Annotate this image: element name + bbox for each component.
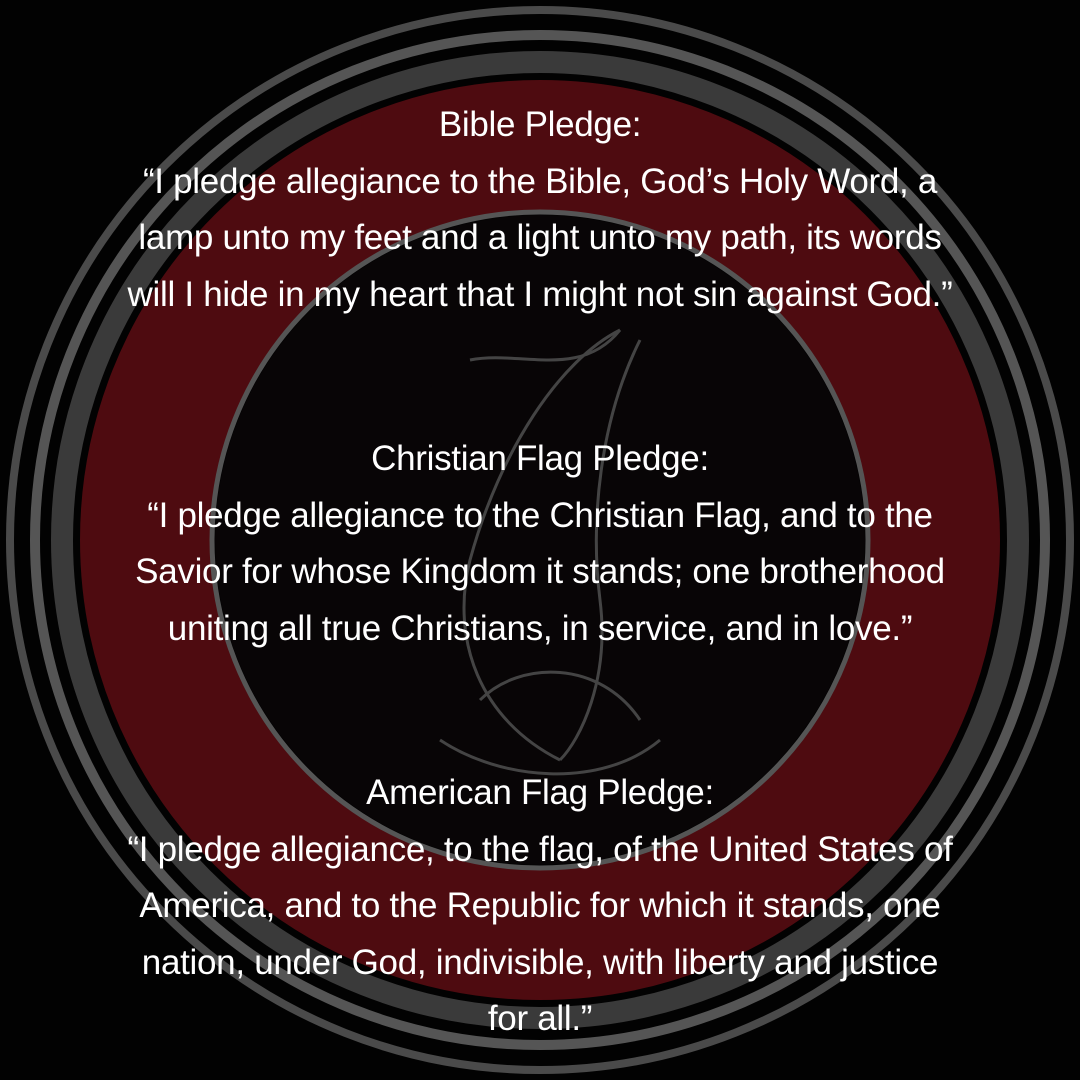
pledge-title: American Flag Pledge: [366,773,714,812]
christian-flag-pledge: Christian Flag Pledge: “I pledge allegia… [0,431,1080,657]
pledge-graphic: Bible Pledge: “I pledge allegiance to th… [0,0,1080,1080]
pledge-text-line: nation, under God, indivisible, with lib… [141,942,939,982]
bible-pledge: Bible Pledge: “I pledge allegiance to th… [0,97,1080,323]
pledge-title: Christian Flag Pledge: [371,439,709,478]
pledge-text-line: uniting all true Christians, in service,… [167,608,913,648]
pledge-text-line: will I hide in my heart that I might not… [127,274,953,314]
pledge-text-line: “I pledge allegiance to the Christian Fl… [147,495,933,535]
pledge-text-line: “I pledge allegiance, to the flag, of th… [127,829,953,869]
pledge-text-line: lamp unto my feet and a light unto my pa… [138,218,942,257]
pledge-text-line: Savior for whose Kingdom it stands; one … [135,552,945,591]
pledge-text-line: “I pledge allegiance to the Bible, God’s… [142,161,938,201]
pledge-title: Bible Pledge: [438,105,642,144]
pledge-text-line: America, and to the Republic for which i… [139,886,941,925]
american-flag-pledge: American Flag Pledge: “I pledge allegian… [0,765,1080,1048]
pledge-text-line: for all.” [487,999,593,1038]
